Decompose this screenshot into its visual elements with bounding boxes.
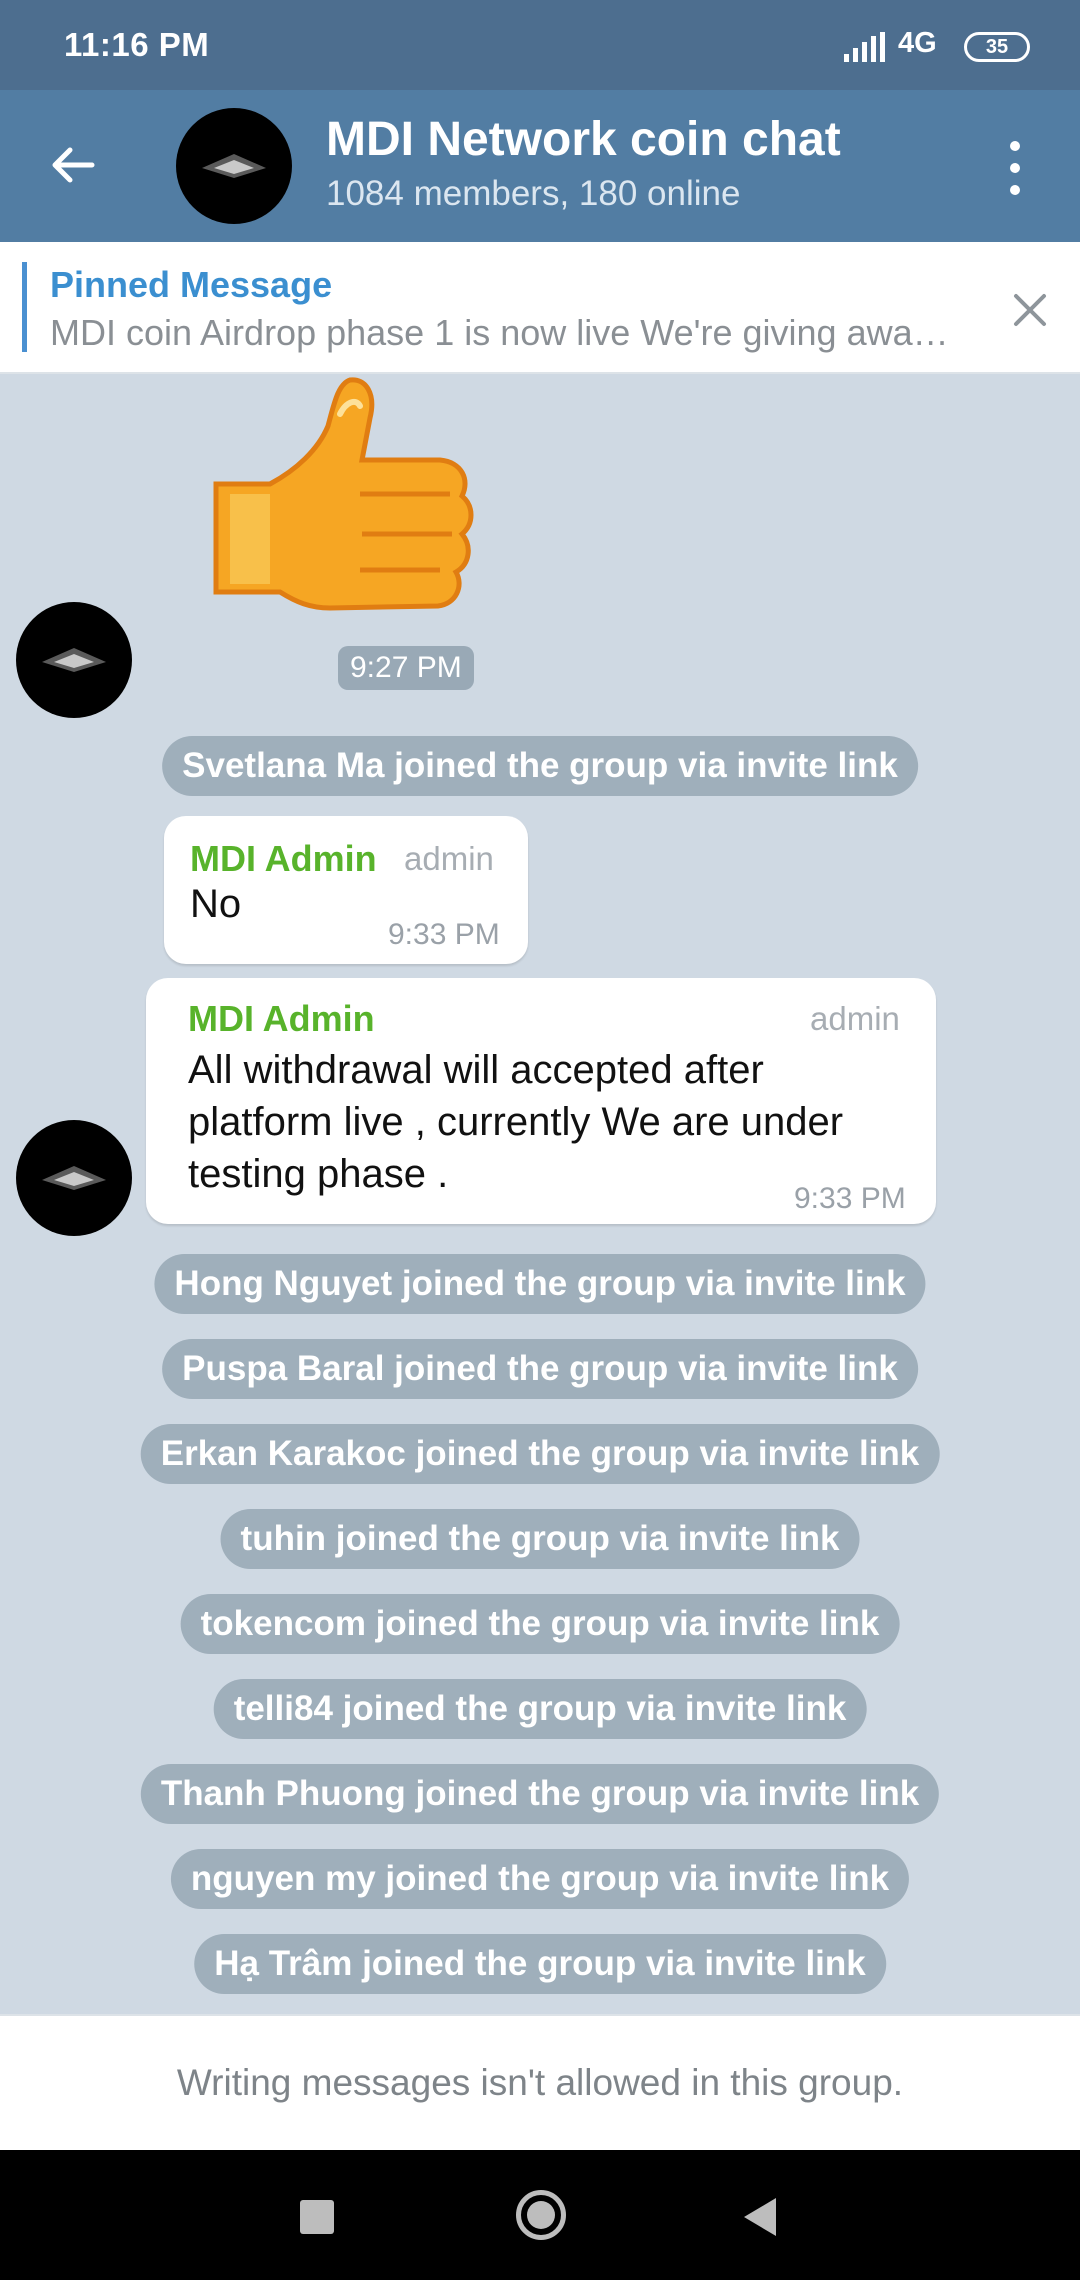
status-bar: 11:16 PM 4G 35 (0, 0, 1080, 90)
nav-home-icon[interactable] (516, 2190, 566, 2240)
message-bubble[interactable]: MDI Admin admin No 9:33 PM (164, 816, 528, 964)
sender-name[interactable]: MDI Admin (188, 998, 375, 1040)
pinned-message-bar[interactable]: Pinned Message MDI coin Airdrop phase 1 … (0, 242, 1080, 374)
message-time: 9:33 PM (388, 918, 500, 951)
more-vert-icon[interactable] (1000, 136, 1030, 200)
system-nav-bar (0, 2150, 1080, 2280)
avatar[interactable] (16, 602, 132, 718)
thumbs-up-sticker[interactable] (200, 374, 480, 624)
battery-icon: 35 (964, 32, 1030, 62)
pinned-text: MDI coin Airdrop phase 1 is now live We'… (50, 312, 960, 353)
chat-subtitle: 1084 members, 180 online (326, 174, 741, 213)
service-message: tokencom joined the group via invite lin… (180, 1594, 900, 1654)
service-message: Puspa Baral joined the group via invite … (162, 1339, 918, 1399)
admin-badge: admin (810, 1000, 900, 1037)
close-icon[interactable] (1012, 292, 1048, 328)
message-line: testing phase . (188, 1152, 449, 1196)
message-bubble[interactable]: MDI Admin admin All withdrawal will acce… (146, 978, 936, 1224)
group-avatar[interactable] (176, 108, 292, 224)
mdi-logo-icon (42, 648, 106, 672)
pinned-accent-line (22, 262, 27, 352)
message-text: No (190, 882, 242, 926)
avatar[interactable] (16, 1120, 132, 1236)
back-arrow-icon[interactable] (40, 132, 106, 198)
network-label: 4G (898, 27, 937, 59)
chat-area[interactable]: 9:27 PM Svetlana Ma joined the group via… (0, 374, 1080, 2014)
service-message: Hong Nguyet joined the group via invite … (154, 1254, 926, 1314)
sender-name[interactable]: MDI Admin (190, 838, 377, 880)
status-time: 11:16 PM (64, 26, 210, 63)
service-message: nguyen my joined the group via invite li… (170, 1849, 910, 1909)
admin-badge: admin (404, 840, 494, 877)
service-message: Svetlana Ma joined the group via invite … (162, 736, 918, 796)
pinned-title: Pinned Message (50, 264, 333, 305)
write-disabled-notice: Writing messages isn't allowed in this g… (176, 2062, 904, 2103)
message-time: 9:33 PM (794, 1182, 906, 1215)
message-time: 9:27 PM (338, 646, 474, 690)
chat-header: MDI Network coin chat 1084 members, 180 … (0, 90, 1080, 242)
message-line: platform live , currently We are under (188, 1100, 844, 1144)
composer-disabled-bar: Writing messages isn't allowed in this g… (0, 2014, 1080, 2150)
nav-back-icon[interactable] (744, 2198, 776, 2236)
message-text: All withdrawal will accepted after platf… (188, 1044, 843, 1200)
message-line: All withdrawal will accepted after (188, 1048, 764, 1092)
chat-title[interactable]: MDI Network coin chat (326, 112, 841, 167)
service-message: Thanh Phuong joined the group via invite… (140, 1764, 940, 1824)
service-message: tuhin joined the group via invite link (220, 1509, 860, 1569)
service-message: telli84 joined the group via invite link (213, 1679, 867, 1739)
nav-recent-icon[interactable] (300, 2200, 334, 2234)
service-message: Hạ Trâm joined the group via invite link (194, 1934, 886, 1994)
mdi-logo-icon (42, 1166, 106, 1190)
mdi-logo-icon (202, 154, 266, 178)
service-message: Erkan Karakoc joined the group via invit… (140, 1424, 940, 1484)
signal-icon (844, 32, 885, 62)
